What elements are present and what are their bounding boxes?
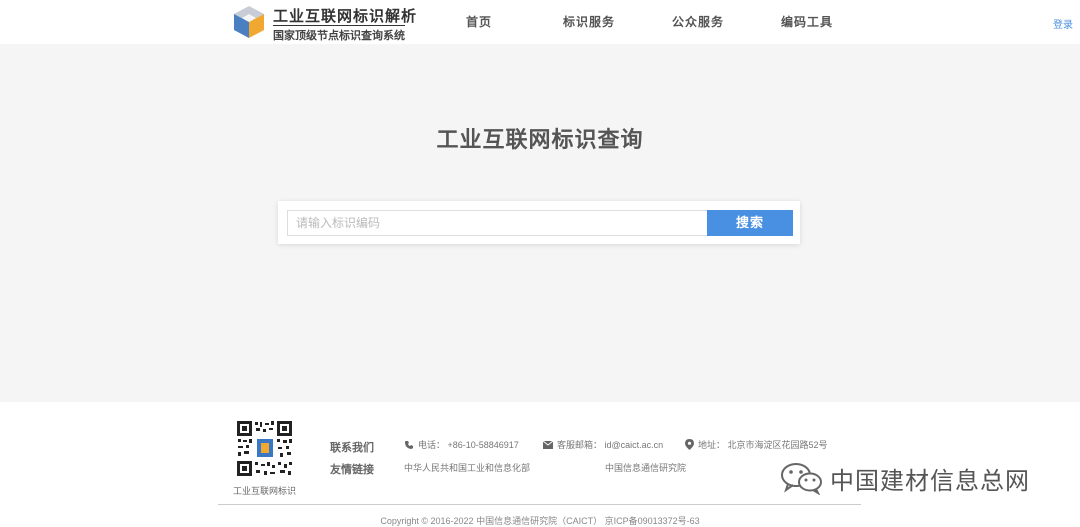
nav-identifier-service[interactable]: 标识服务 xyxy=(563,13,615,30)
search-button[interactable]: 搜索 xyxy=(707,210,793,236)
logo-subtitle: 国家顶级节点标识查询系统 xyxy=(273,25,405,43)
top-header: 工业互联网标识解析 国家顶级节点标识查询系统 首页 标识服务 公众服务 编码工具… xyxy=(0,0,1080,44)
wechat-watermark: 中国建材信息总网 xyxy=(780,460,1030,496)
link-caict[interactable]: 中国信息通信研究院 xyxy=(605,461,686,474)
page-title: 工业互联网标识查询 xyxy=(436,127,644,152)
phone-text: 电话： +86-10-58846917 xyxy=(418,440,519,450)
footer-divider xyxy=(218,504,861,505)
phone-icon xyxy=(405,440,413,449)
contact-heading: 联系我们 xyxy=(330,442,374,454)
copyright: Copyright © 2016-2022 中国信息通信研究院（CAICT） 京… xyxy=(380,516,700,526)
email-text: 客服邮箱： id@caict.ac.cn xyxy=(557,440,664,450)
wechat-icon xyxy=(781,463,822,495)
contact-email: 客服邮箱： id@caict.ac.cn xyxy=(543,438,663,451)
location-pin-icon xyxy=(685,439,694,450)
links-heading: 友情链接 xyxy=(330,464,374,476)
qr-code xyxy=(236,420,293,477)
contact-address: 地址： 北京市海淀区花园路52号 xyxy=(685,438,828,451)
cube-logo-icon xyxy=(234,6,264,38)
nav-home[interactable]: 首页 xyxy=(466,13,492,30)
mail-icon xyxy=(543,440,553,449)
address-text: 地址： 北京市海淀区花园路52号 xyxy=(698,440,828,450)
site-logo[interactable]: 工业互联网标识解析 国家顶级节点标识查询系统 xyxy=(231,4,421,42)
nav-public-service[interactable]: 公众服务 xyxy=(672,13,724,30)
logo-title: 工业互联网标识解析 xyxy=(273,8,418,25)
watermark-text: 中国建材信息总网 xyxy=(830,467,1030,495)
link-miit[interactable]: 中华人民共和国工业和信息化部 xyxy=(404,461,530,474)
login-link[interactable]: 登录 xyxy=(1053,16,1073,31)
qr-label: 工业互联网标识 xyxy=(233,486,297,496)
contact-phone: 电话： +86-10-58846917 xyxy=(404,438,519,451)
search-input[interactable] xyxy=(287,210,707,236)
nav-encoding-tools[interactable]: 编码工具 xyxy=(781,13,833,30)
search-box: 搜索 xyxy=(278,201,800,244)
hero-search-section: 工业互联网标识查询 搜索 xyxy=(0,44,1080,402)
